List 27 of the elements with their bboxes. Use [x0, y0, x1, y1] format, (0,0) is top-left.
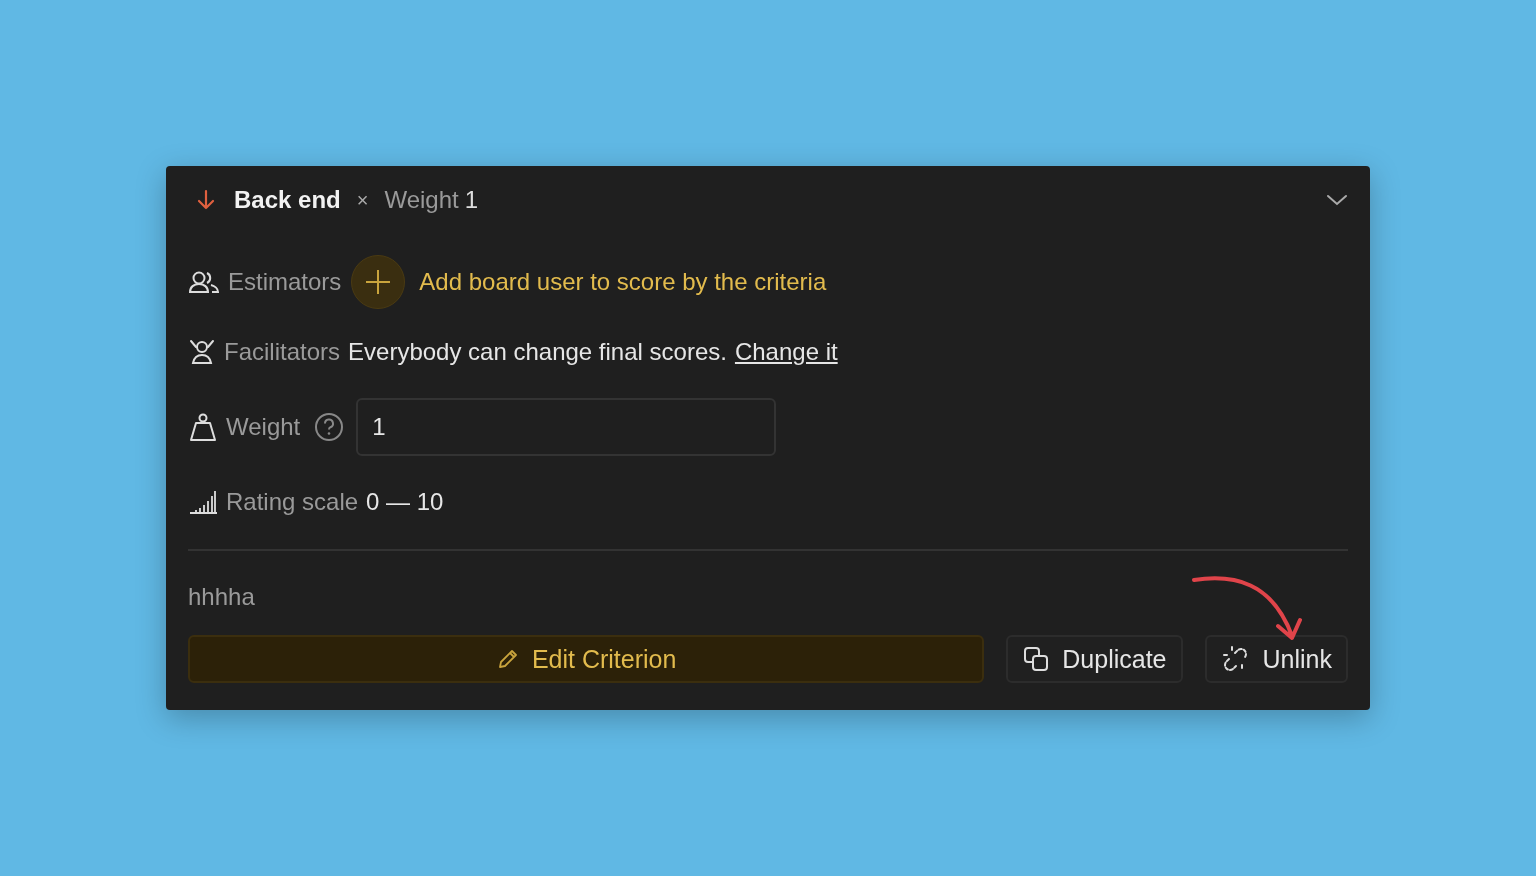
rating-scale-label: Rating scale — [226, 488, 359, 516]
users-icon — [188, 270, 220, 294]
arrow-down-icon — [196, 189, 216, 211]
edit-button[interactable]: Edit Criterion — [188, 635, 985, 683]
weight-value: 1 — [464, 186, 479, 214]
copy-icon — [1022, 645, 1051, 673]
change-link[interactable]: Change it — [734, 338, 838, 366]
weight-input[interactable]: 1 — [356, 398, 777, 456]
estimators-label: Estimators — [228, 268, 342, 296]
duplicate-button[interactable]: Duplicate — [1006, 635, 1183, 683]
person-icon — [188, 339, 216, 365]
signal-bars-icon — [188, 489, 218, 515]
add-user-link[interactable]: Add board user to score by the criteria — [419, 268, 827, 296]
add-button[interactable] — [351, 255, 406, 309]
weight-label: Weight — [226, 413, 301, 441]
unlink-button[interactable]: Unlink — [1204, 635, 1348, 683]
weight-icon — [188, 412, 218, 442]
facilitators-label: Facilitators — [224, 338, 341, 366]
rating-scale-value: 0 — 10 — [366, 488, 444, 516]
plus-icon — [364, 268, 393, 296]
chevron-down-icon[interactable] — [1326, 193, 1348, 207]
help-icon[interactable] — [314, 412, 345, 442]
separator: × — [356, 188, 369, 212]
description: hhhha — [188, 583, 256, 612]
facilitators-text: Everybody can change final scores. — [348, 338, 727, 366]
criterion-title: Back end — [234, 186, 341, 214]
weight-label: Weight — [384, 186, 459, 214]
